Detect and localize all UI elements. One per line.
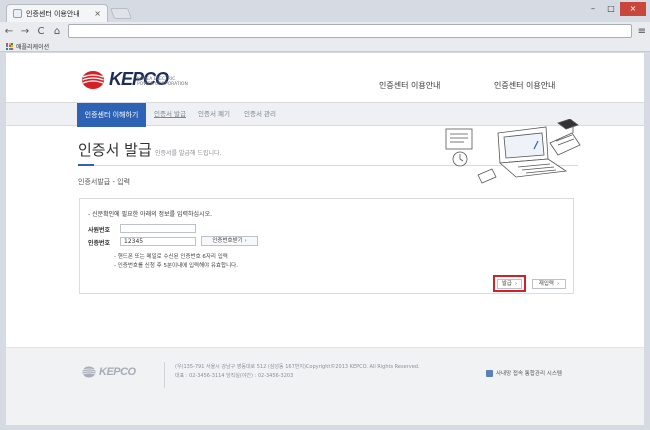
footer-address: (우)135-791 서울시 강남구 영동대로 512 (삼성동 167번지)C… [175, 363, 420, 381]
form-instruction: - 신분확인에 필요한 아래의 정보를 입력하십시오. [88, 211, 213, 218]
page-subtitle: 인증서를 발급해 드립니다. [155, 150, 222, 157]
footer-logo-mark-icon [82, 366, 96, 378]
logo-subtitle: KOREA ELECTRIC POWER CORPORATION [137, 77, 188, 87]
auth-note-2: - 인증번호를 신청 후 5분이내에 입력해야 유효합니다. [114, 263, 238, 269]
chevron-right-icon: › [556, 281, 560, 287]
reenter-button[interactable]: 재입력 › [532, 279, 566, 289]
reload-icon[interactable]: C [36, 26, 46, 37]
page-favicon-icon [13, 9, 22, 18]
subnav-item-manage[interactable]: 인증서 관리 [244, 103, 276, 126]
issue-button-highlight [493, 275, 526, 292]
get-auth-code-button[interactable]: 인증번호받기 › [201, 236, 258, 246]
breadcrumb: 인증서발급 - 입력 [78, 178, 131, 186]
address-bar[interactable] [68, 24, 632, 38]
footer-logo: KEPCO [82, 366, 136, 378]
employee-number-label: 사원번호 [88, 227, 111, 234]
site-footer: KEPCO (우)135-791 서울시 강남구 영동대로 512 (삼성동 1… [6, 347, 644, 425]
tab-title: 인증센터 이용안내 [26, 9, 80, 18]
browser-chrome: 인증센터 이용안내 × – □ × ← → C ⌂ ≡ 애플리케이션 [0, 0, 650, 52]
close-window-button[interactable]: × [620, 2, 646, 16]
browser-menu-icon[interactable]: ≡ [638, 26, 646, 37]
window-controls: – □ × [584, 2, 646, 16]
intranet-system-link[interactable]: 사내망 접속 통합관리 시스템 [486, 369, 562, 377]
forward-arrow-icon[interactable]: → [20, 26, 30, 37]
auth-code-label: 인증번호 [88, 240, 111, 247]
subnav-item-revoke[interactable]: 인증서 폐기 [198, 103, 230, 126]
footer-logo-wordmark: KEPCO [99, 366, 136, 378]
footer-divider [164, 362, 165, 388]
back-arrow-icon[interactable]: ← [4, 26, 14, 37]
laptop-certificate-illustration [445, 119, 581, 184]
apps-bookmark-label[interactable]: 애플리케이션 [16, 42, 49, 51]
page-title: 인증서 발급 [78, 141, 152, 159]
bookmarks-bar: 애플리케이션 [0, 40, 650, 52]
subnav-item-issue[interactable]: 인증서 발급 [154, 103, 186, 126]
chevron-right-icon: › [244, 238, 247, 244]
auth-code-input[interactable]: 12345 [120, 237, 196, 246]
gnb-item-guide-1[interactable]: 인증센터 이용안내 [379, 80, 440, 91]
auth-note-1: - 핸드폰 또는 메일로 수신된 인증번호 6자리 입력 [114, 254, 228, 260]
home-icon[interactable]: ⌂ [52, 26, 62, 37]
site-header: KEPCO KOREA ELECTRIC POWER CORPORATION 인… [6, 53, 644, 102]
title-accent-bar [78, 164, 94, 166]
browser-tab[interactable]: 인증센터 이용안내 × [6, 4, 108, 22]
tab-strip: 인증센터 이용안내 × – □ × [0, 0, 650, 22]
network-system-icon [486, 369, 493, 377]
minimize-button[interactable]: – [584, 2, 602, 16]
new-tab-button[interactable] [109, 8, 133, 19]
gnb-item-guide-2[interactable]: 인증센터 이용안내 [494, 80, 555, 91]
get-auth-code-label: 인증번호받기 [212, 238, 243, 244]
certificate-issue-form: - 신분확인에 필요한 아래의 정보를 입력하십시오. 사원번호 인증번호 12… [79, 198, 574, 294]
web-page: KEPCO KOREA ELECTRIC POWER CORPORATION 인… [6, 53, 644, 425]
reenter-button-label: 재입력 [538, 281, 554, 287]
maximize-button[interactable]: □ [602, 2, 620, 16]
browser-toolbar: ← → C ⌂ ≡ [0, 22, 650, 40]
footer-phone-line: 대표 : 02-3456-3114 당직실(야간) : 02-3456-3203 [175, 373, 294, 379]
apps-grid-icon[interactable] [6, 42, 13, 50]
footer-address-line: (우)135-791 서울시 강남구 영동대로 512 (삼성동 167번지)C… [175, 364, 420, 370]
employee-number-input[interactable] [120, 224, 196, 233]
kepco-logo-mark-icon [82, 70, 104, 89]
subnav-item-understanding[interactable]: 인증센터 이해하기 [77, 103, 146, 127]
tab-close-icon[interactable]: × [94, 9, 101, 18]
intranet-system-label: 사내망 접속 통합관리 시스템 [496, 371, 562, 377]
